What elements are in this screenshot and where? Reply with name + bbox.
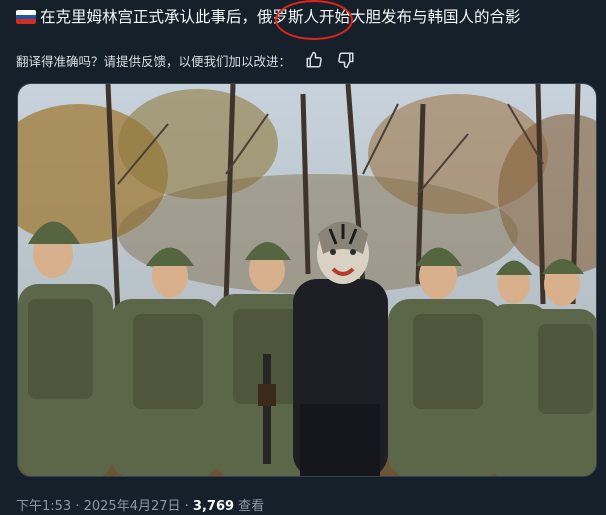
post-photo[interactable] (17, 83, 597, 477)
post-text-part3: 开始大胆发布与韩国人的合影 (319, 8, 521, 26)
translation-feedback: 翻译得准确吗？请提供反馈，以便我们加以改进： (16, 50, 355, 70)
views-count: 3,769 (192, 499, 235, 514)
thumbs-up-icon[interactable] (305, 51, 323, 69)
meta-separator: · (71, 499, 84, 514)
post-text-highlight: 俄罗斯人 (257, 8, 320, 26)
russia-flag-icon (16, 10, 36, 24)
meta-separator-2: · (180, 499, 193, 514)
post-text: 在克里姆林宫正式承认此事后，俄罗斯人开始大胆发布与韩国人的合影 (16, 6, 600, 28)
post-time[interactable]: 下午1:53 (16, 499, 71, 514)
views-label: 查看 (234, 499, 265, 514)
thumbs-down-icon[interactable] (337, 51, 355, 69)
translation-prompt: 翻译得准确吗？请提供反馈，以便我们加以改进： (16, 53, 292, 69)
post-text-part1: 在克里姆林宫正式承认此事后， (40, 8, 258, 26)
post-meta: 下午1:53 · 2025年4月27日 · 3,769 查看 (16, 495, 264, 514)
post-date[interactable]: 2025年4月27日 (84, 499, 181, 514)
